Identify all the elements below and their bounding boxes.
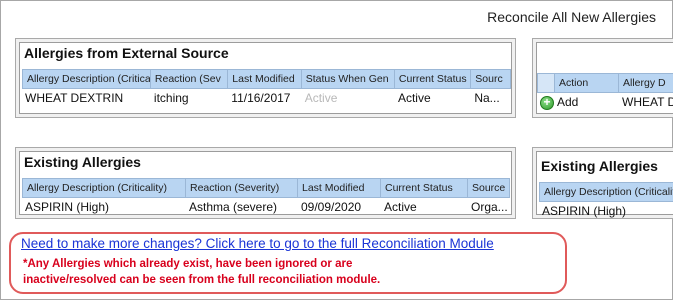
column-header[interactable]: Last Modified: [298, 178, 381, 198]
full-reconciliation-link[interactable]: Need to make more changes? Click here to…: [21, 236, 494, 251]
table-row[interactable]: WHEAT DEXTRIN itching 11/16/2017 Active …: [22, 89, 511, 107]
table-row[interactable]: ASPIRIN (High) Asthma (severe) 09/09/202…: [22, 198, 511, 216]
existing-allergies-grid: Allergy Description (Criticality) Reacti…: [22, 178, 511, 216]
status-when-generated-cell: Active: [304, 91, 338, 105]
allergy-description-cell: ASPIRIN (High): [542, 204, 627, 218]
column-header[interactable]: Allergy Description (Criticality): [22, 178, 186, 198]
reconcile-action-panel: Action Allergy D + Add WHEAT D: [532, 38, 673, 118]
existing-panel-title: Existing Allergies: [24, 154, 141, 170]
current-status-cell: Active: [397, 91, 431, 105]
column-header[interactable]: Allergy Description (Critica: [22, 69, 151, 89]
source-cell: Orga...: [471, 200, 508, 214]
allergy-description-cell: ASPIRIN (High): [25, 200, 110, 214]
allergy-description-cell: WHEAT D: [622, 95, 673, 109]
table-row[interactable]: + Add WHEAT D: [537, 93, 673, 111]
column-header[interactable]: Allergy Description (Criticality): [539, 182, 673, 202]
external-allergies-panel: Allergies from External Source Allergy D…: [15, 38, 516, 118]
note-line: inactive/resolved can be seen from the f…: [23, 274, 381, 286]
table-row[interactable]: ASPIRIN (High): [539, 202, 673, 220]
column-header[interactable]: Status When Gen: [301, 69, 395, 89]
current-status-cell: Active: [384, 200, 417, 214]
grid-header: Allergy Description (Criticality): [539, 182, 673, 202]
last-modified-cell: 09/09/2020: [301, 200, 362, 214]
grid-header: Allergy Description (Criticality) Reacti…: [22, 178, 511, 198]
column-header[interactable]: Action: [555, 73, 619, 93]
grid-header: Allergy Description (Critica Reaction (S…: [22, 69, 511, 89]
note-line: *Any Allergies which already exist, have…: [23, 258, 353, 270]
window-title: Reconcile All New Allergies: [487, 9, 656, 25]
last-modified-cell: 11/16/2017: [231, 91, 291, 105]
external-panel-title: Allergies from External Source: [24, 45, 229, 61]
right-existing-panel-title: Existing Allergies: [541, 158, 658, 174]
column-header[interactable]: Source: [468, 178, 510, 198]
column-header[interactable]: Reaction (Severity): [186, 178, 298, 198]
reconciliation-link-highlight: Need to make more changes? Click here to…: [9, 232, 567, 294]
reaction-cell: itching: [153, 91, 189, 105]
reconcile-window: Reconcile All New Allergies Allergies fr…: [0, 0, 673, 300]
column-header[interactable]: Reaction (Sev: [150, 69, 229, 89]
column-header[interactable]: Allergy D: [619, 73, 673, 93]
grid-header: Action Allergy D: [537, 73, 673, 93]
action-label: Add: [557, 95, 579, 109]
column-header[interactable]: Current Status: [394, 69, 472, 89]
column-header[interactable]: Current Status: [381, 178, 468, 198]
action-cell[interactable]: + Add: [537, 93, 619, 111]
external-allergies-grid: Allergy Description (Critica Reaction (S…: [22, 69, 511, 107]
reaction-cell: Asthma (severe): [189, 200, 278, 214]
right-existing-allergies-panel: Existing Allergies Allergy Description (…: [532, 147, 673, 219]
source-cell: Na...: [474, 91, 500, 105]
allergy-description-cell: WHEAT DEXTRIN: [25, 91, 124, 105]
right-existing-grid: Allergy Description (Criticality) ASPIRI…: [539, 182, 673, 220]
existing-allergies-panel: Existing Allergies Allergy Description (…: [15, 147, 516, 219]
reconciliation-note: *Any Allergies which already exist, have…: [23, 256, 380, 288]
column-header[interactable]: Sourc: [471, 69, 511, 89]
column-header[interactable]: Last Modified: [228, 69, 302, 89]
add-circle-icon[interactable]: +: [540, 95, 554, 110]
action-grid: Action Allergy D + Add WHEAT D: [537, 73, 673, 111]
row-selector-header: [537, 73, 555, 93]
